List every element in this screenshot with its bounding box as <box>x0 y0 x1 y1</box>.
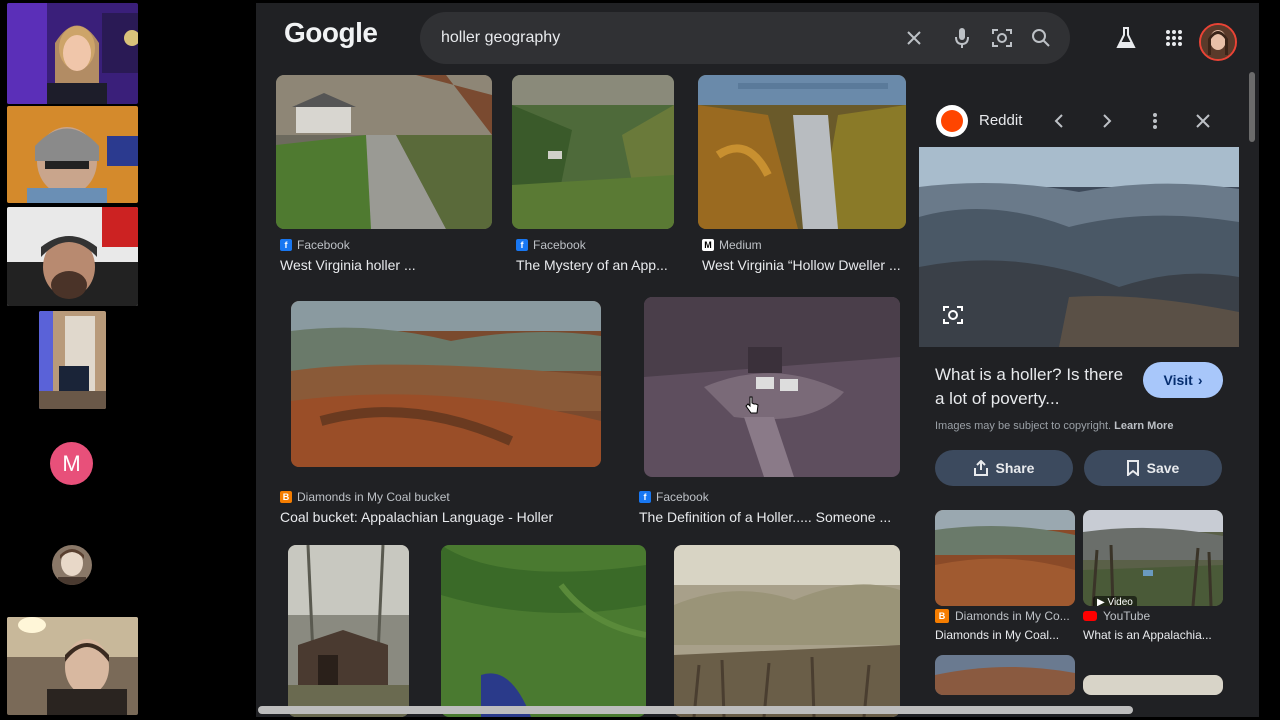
result-card[interactable]: f Facebook The Mystery of an App... <box>512 75 674 275</box>
related-result[interactable]: ▶ Video YouTube What is an Appalachia... <box>1083 510 1223 650</box>
result-card[interactable] <box>288 545 409 717</box>
chevron-right-icon: › <box>1197 372 1203 388</box>
copyright-notice: Images may be subject to copyright. Lear… <box>935 420 1174 432</box>
learn-more-link[interactable]: Learn More <box>1114 420 1173 432</box>
medium-icon: M <box>702 239 714 251</box>
result-image[interactable] <box>674 545 900 717</box>
result-image[interactable] <box>276 75 492 229</box>
result-image[interactable] <box>698 75 906 229</box>
logo-text: Google <box>284 17 378 48</box>
reddit-icon <box>936 105 968 137</box>
participant-video-1[interactable] <box>7 3 138 104</box>
result-card[interactable]: f Facebook West Virginia holler ... <box>276 75 492 275</box>
search-header: Google <box>256 3 1259 75</box>
participant-avatar-photo[interactable] <box>52 545 92 585</box>
apps-grid-icon[interactable] <box>1161 25 1187 51</box>
related-source: B Diamonds in My Co... <box>935 609 1070 623</box>
account-avatar[interactable] <box>1199 23 1237 61</box>
google-images-page: Google holler geography f Facebook West … <box>256 3 1259 717</box>
vertical-scrollbar[interactable] <box>1249 72 1255 142</box>
result-card[interactable]: f Facebook The Definition of a Holler....… <box>639 297 901 525</box>
microphone-icon[interactable] <box>949 25 975 51</box>
blogger-icon: B <box>935 609 949 623</box>
google-logo-doodle[interactable]: Google <box>284 17 378 49</box>
result-source: f Facebook <box>516 238 586 252</box>
panel-source-name[interactable]: Reddit <box>979 112 1022 129</box>
blogger-icon: B <box>280 491 292 503</box>
lens-icon[interactable] <box>939 301 967 329</box>
clear-icon[interactable] <box>901 25 927 51</box>
result-card[interactable]: M Medium West Virginia “Hollow Dweller ..… <box>698 75 906 275</box>
facebook-icon: f <box>639 491 651 503</box>
result-source: f Facebook <box>280 238 350 252</box>
participants-column: M <box>0 0 145 720</box>
share-icon <box>973 460 988 476</box>
bookmark-icon <box>1126 460 1139 476</box>
preview-title[interactable]: What is a holler? Is there a lot of pove… <box>935 363 1135 411</box>
participant-video-2[interactable] <box>7 106 138 203</box>
result-source: M Medium <box>702 238 762 252</box>
search-icon[interactable] <box>1028 25 1054 51</box>
result-image[interactable] <box>644 297 900 477</box>
search-input[interactable] <box>441 29 881 47</box>
share-button[interactable]: Share <box>935 450 1073 486</box>
facebook-icon: f <box>280 239 292 251</box>
result-card[interactable]: B Diamonds in My Coal bucket Coal bucket:… <box>280 301 620 525</box>
result-card[interactable] <box>441 545 646 717</box>
related-thumbnail[interactable] <box>1083 675 1223 695</box>
result-title[interactable]: Coal bucket: Appalachian Language - Holl… <box>280 509 620 525</box>
preview-image[interactable] <box>919 147 1239 347</box>
save-button[interactable]: Save <box>1084 450 1222 486</box>
result-source: B Diamonds in My Coal bucket <box>280 490 450 504</box>
related-title[interactable]: Diamonds in My Coal... <box>935 628 1075 642</box>
hand-cursor-icon <box>745 396 759 419</box>
facebook-icon: f <box>516 239 528 251</box>
result-image[interactable] <box>291 301 601 467</box>
result-title[interactable]: The Mystery of an App... <box>516 257 676 273</box>
related-source: YouTube <box>1083 609 1150 623</box>
lens-icon[interactable] <box>989 25 1015 51</box>
image-results-grid: f Facebook West Virginia holler ... f Face… <box>256 75 916 717</box>
result-source: f Facebook <box>639 490 709 504</box>
result-title[interactable]: The Definition of a Holler..... Someone … <box>639 509 901 525</box>
related-title[interactable]: What is an Appalachia... <box>1083 628 1223 642</box>
image-preview-panel: Reddit What is a holler? Is there a lot … <box>919 75 1239 717</box>
result-card[interactable] <box>674 545 900 717</box>
chevron-left-icon[interactable] <box>1046 108 1072 134</box>
visit-button[interactable]: Visit › <box>1143 362 1223 398</box>
related-result[interactable]: B Diamonds in My Co... Diamonds in My Coa… <box>935 510 1075 650</box>
participant-video-5[interactable] <box>7 617 138 715</box>
result-image[interactable] <box>512 75 674 229</box>
search-bar <box>420 12 1070 64</box>
labs-icon[interactable] <box>1113 25 1139 51</box>
result-image[interactable] <box>441 545 646 717</box>
related-thumbnail[interactable]: ▶ Video <box>1083 510 1223 606</box>
result-title[interactable]: West Virginia holler ... <box>280 257 490 273</box>
participant-video-3[interactable] <box>7 207 138 306</box>
participant-avatar-initial[interactable]: M <box>50 442 93 485</box>
youtube-icon <box>1083 611 1097 621</box>
close-icon[interactable] <box>1190 108 1216 134</box>
participant-video-4[interactable] <box>39 311 106 409</box>
result-image[interactable] <box>288 545 409 717</box>
horizontal-scrollbar[interactable] <box>258 706 1133 714</box>
panel-header: Reddit <box>919 75 1239 147</box>
chevron-right-icon[interactable] <box>1094 108 1120 134</box>
related-thumbnail[interactable] <box>935 510 1075 606</box>
video-badge: ▶ Video <box>1093 596 1137 606</box>
result-title[interactable]: West Virginia “Hollow Dweller ... <box>702 257 908 273</box>
related-thumbnail[interactable] <box>935 655 1075 695</box>
more-vert-icon[interactable] <box>1142 108 1168 134</box>
